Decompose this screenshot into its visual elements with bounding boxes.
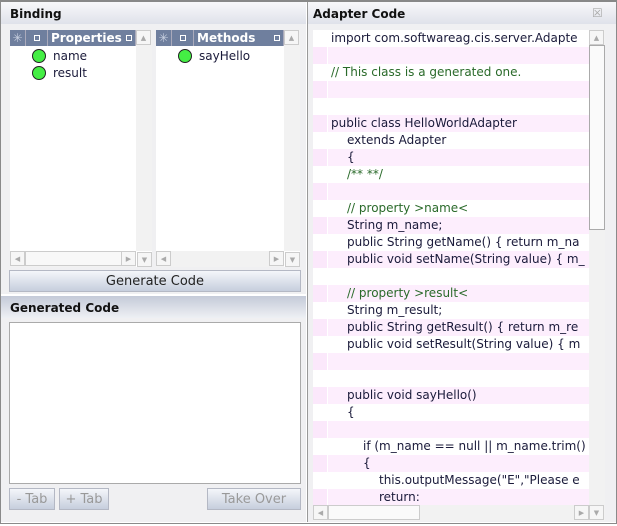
code-line: return: [313,489,589,505]
code-line [313,183,589,200]
select-all-icon[interactable]: ✳ [156,30,172,46]
remove-tab-button[interactable]: - Tab [9,488,55,510]
binding-title: Binding [1,2,306,24]
code-line [313,81,589,98]
status-dot-icon [178,48,192,63]
adapter-code-title: Adapter Code [308,2,616,24]
generated-code-title: Generated Code [1,296,306,318]
code-line [313,47,589,64]
code-line: public void sayHello() [313,387,589,404]
vertical-scrollbar[interactable]: ▲ [136,30,152,251]
properties-column-header[interactable]: Properties [48,30,136,46]
scroll-down-icon[interactable]: ▼ [589,505,604,520]
code-line: public String getName() { return m_na [347,235,580,249]
horizontal-scrollbar[interactable]: ◀ ▶ [10,251,136,267]
code-line: // property >name< [347,201,469,215]
vertical-scrollbar[interactable]: ▲ [589,30,605,505]
code-line: public void setName(String value) { m_ [313,251,589,268]
code-line: // property >result< [313,285,589,302]
methods-grid: ✳ Methods sayHello ▲ ◀ ▶ ▼ [156,30,300,267]
list-item[interactable]: sayHello [178,47,250,64]
generated-code-textarea[interactable] [9,322,301,484]
scroll-thumb[interactable] [328,505,420,520]
scroll-right-icon[interactable]: ▶ [574,505,589,520]
select-icon[interactable] [26,30,48,46]
scroll-left-icon[interactable]: ◀ [10,251,25,266]
scroll-up-icon[interactable]: ▲ [136,30,151,45]
scroll-left-icon[interactable]: ◀ [156,251,171,266]
generate-code-button[interactable]: Generate Code [9,270,301,292]
property-name: result [53,65,87,80]
status-dot-icon [32,65,46,80]
code-line: import com.softwareag.cis.server.Adapte [331,31,578,45]
code-line: public void setResult(String value) { m [347,337,581,351]
method-name: sayHello [199,48,251,63]
code-line: { [313,455,589,472]
scroll-left-icon[interactable]: ◀ [313,505,328,520]
code-line: /** **/ [347,167,383,181]
list-item[interactable]: name [32,47,87,64]
code-line: String m_name; [313,217,589,234]
add-tab-button[interactable]: + Tab [59,488,109,510]
code-line: extends Adapter [347,133,447,147]
take-over-button[interactable]: Take Over [207,488,301,510]
vertical-scrollbar[interactable]: ▲ [284,30,300,251]
code-line: { [347,405,355,419]
scroll-down-icon[interactable]: ▼ [285,252,300,267]
code-line: if (m_name == null || m_name.trim() [363,439,586,453]
properties-grid: ✳ Properties name result ▲ ◀ ▶ ▼ [10,30,152,267]
methods-column-header[interactable]: Methods [194,30,284,46]
code-line [313,421,589,438]
scroll-down-icon[interactable]: ▼ [137,252,152,267]
select-icon[interactable] [172,30,194,46]
scroll-up-icon[interactable]: ▲ [284,30,299,45]
scroll-right-icon[interactable]: ▶ [121,251,136,266]
select-all-icon[interactable]: ✳ [10,30,26,46]
scroll-up-icon[interactable]: ▲ [589,30,604,45]
code-line: public String getResult() { return m_re [313,319,589,336]
close-icon[interactable]: ☒ [592,6,603,20]
horizontal-scrollbar[interactable]: ◀ ▶ ▼ [313,505,605,521]
code-line: this.outputMessage("E","Please e [379,473,580,487]
adapter-code-view[interactable]: import com.softwareag.cis.server.Adapte /… [313,30,589,505]
scroll-thumb[interactable] [25,251,125,266]
horizontal-scrollbar[interactable]: ◀ ▶ [156,251,284,267]
code-line: // This class is a generated one. [331,65,522,79]
code-line: String m_result; [347,303,443,317]
scroll-right-icon[interactable]: ▶ [269,251,284,266]
code-line: { [313,149,589,166]
status-dot-icon [32,48,46,63]
property-name: name [53,48,88,63]
code-line [313,353,589,370]
list-item[interactable]: result [32,64,87,81]
scroll-thumb[interactable] [589,45,605,230]
code-line: public class HelloWorldAdapter [313,115,589,132]
